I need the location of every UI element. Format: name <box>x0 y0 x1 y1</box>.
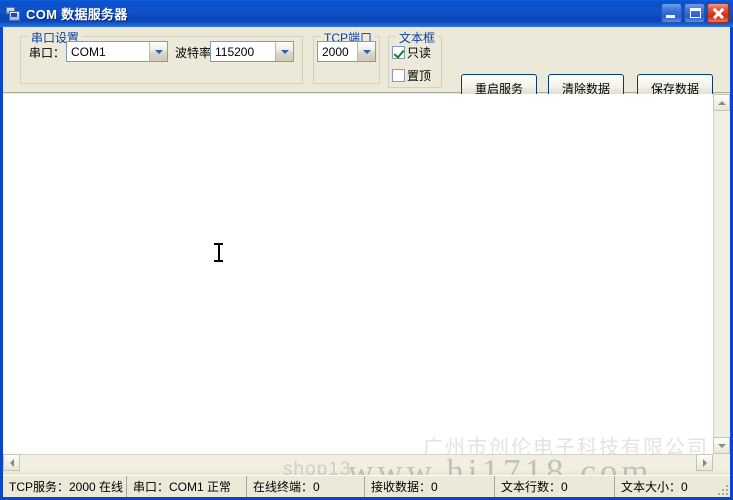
serial-port-select[interactable]: COM1 <box>66 41 168 62</box>
application-window: COM 数据服务器 串口设置 串口： COM1 波特率： 115200 TCP端… <box>0 0 733 500</box>
readonly-checkbox-label: 只读 <box>407 46 432 60</box>
data-textarea[interactable] <box>3 94 713 454</box>
status-text-size: 文本大小：0 <box>615 476 730 497</box>
serial-port-value: COM1 <box>71 44 106 59</box>
checkbox-empty-icon <box>392 69 405 82</box>
scrollbar-corner <box>713 454 730 471</box>
chevron-down-icon <box>717 443 726 448</box>
tcp-port-select[interactable]: 2000 <box>317 41 376 62</box>
chevron-down-icon[interactable] <box>357 42 375 61</box>
horizontal-scrollbar[interactable] <box>3 454 713 471</box>
minimize-icon <box>666 15 675 18</box>
topmost-checkbox-label: 置顶 <box>407 69 432 83</box>
close-button[interactable] <box>707 3 729 23</box>
topmost-checkbox[interactable]: 置顶 <box>392 67 431 84</box>
title-bar: COM 数据服务器 <box>0 0 733 27</box>
status-tcp-service: TCP服务：2000 在线 <box>3 476 127 497</box>
status-online-terminals: 在线终端：0 <box>247 476 365 497</box>
baud-rate-select[interactable]: 115200 <box>210 41 294 62</box>
baud-rate-value: 115200 <box>215 44 255 59</box>
text-cursor-icon <box>214 243 223 262</box>
window-title: COM 数据服务器 <box>26 7 128 22</box>
vertical-scrollbar[interactable] <box>713 94 730 454</box>
tcp-port-value: 2000 <box>322 44 349 59</box>
server-icon <box>4 5 22 23</box>
chevron-up-icon <box>717 100 726 105</box>
chevron-left-icon <box>9 458 14 467</box>
data-textarea-container: 广州市创伦电子科技有限公司 <box>3 94 730 471</box>
serial-port-label: 串口： <box>29 46 66 60</box>
chevron-down-icon[interactable] <box>275 42 293 61</box>
scroll-down-button[interactable] <box>713 437 730 454</box>
chevron-down-icon[interactable] <box>149 42 167 61</box>
readonly-checkbox[interactable]: 只读 <box>392 44 431 61</box>
minimize-button[interactable] <box>661 3 682 23</box>
status-received-data: 接收数据：0 <box>365 476 495 497</box>
scroll-right-button[interactable] <box>696 454 713 471</box>
resize-grip-icon[interactable] <box>716 483 728 495</box>
status-bar: TCP服务：2000 在线 串口：COM1 正常 在线终端：0 接收数据：0 文… <box>3 475 730 497</box>
chevron-right-icon <box>702 458 707 467</box>
scroll-up-button[interactable] <box>713 94 730 111</box>
maximize-icon <box>690 8 701 18</box>
checkmark-icon <box>392 46 405 59</box>
scroll-left-button[interactable] <box>3 454 20 471</box>
status-text-lines: 文本行数：0 <box>495 476 615 497</box>
window-controls <box>661 3 729 23</box>
maximize-button[interactable] <box>684 3 705 23</box>
status-serial-port: 串口：COM1 正常 <box>127 476 247 497</box>
toolbar-panel: 串口设置 串口： COM1 波特率： 115200 TCP端口 2000 文本框… <box>3 27 730 103</box>
